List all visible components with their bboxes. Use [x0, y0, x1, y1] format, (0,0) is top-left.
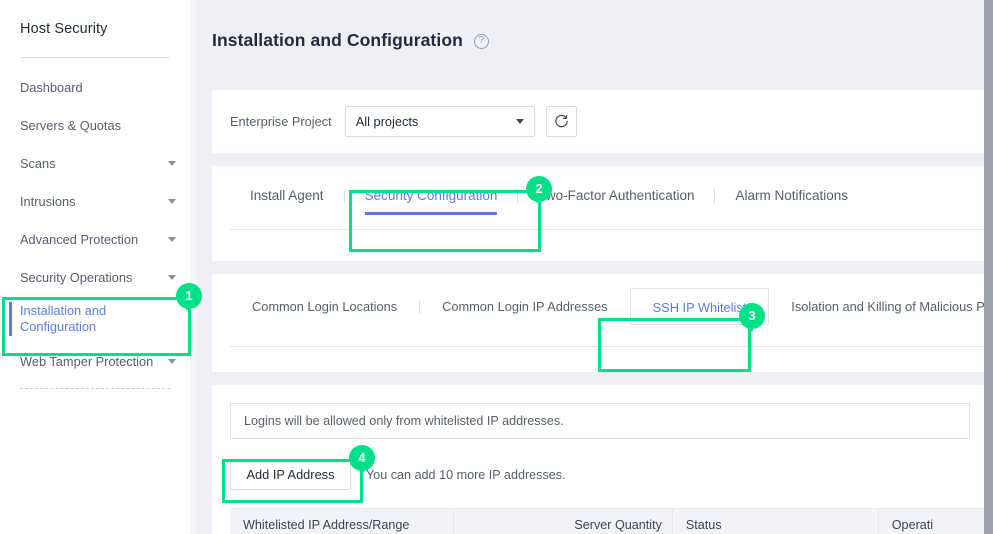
chevron-down-icon — [168, 358, 176, 364]
sidebar-title: Host Security — [20, 21, 108, 37]
column-header-server-quantity: Server Quantity — [454, 509, 673, 534]
sidebar-item-scans[interactable]: Scans — [0, 144, 190, 182]
tab-common-login-locations[interactable]: Common Login Locations — [230, 288, 419, 325]
annotation-badge-4: 4 — [349, 445, 375, 471]
enterprise-project-label: Enterprise Project — [230, 114, 332, 129]
sidebar-item-label: Intrusions — [20, 193, 76, 209]
annotation-badge-2: 2 — [526, 176, 552, 202]
ssh-whitelist-panel: Logins will be allowed only from whiteli… — [212, 385, 985, 534]
table-header-row: Whitelisted IP Address/Range Server Quan… — [230, 508, 985, 534]
enterprise-project-bar: Enterprise Project All projects — [212, 90, 985, 153]
vertical-scrollbar-thumb[interactable] — [984, 0, 993, 534]
chevron-down-icon — [515, 119, 524, 124]
secondary-tabs-card: Common Login Locations Common Login IP A… — [212, 274, 985, 372]
sidebar-item-label: Advanced Protection — [20, 231, 139, 247]
sidebar-item-intrusions[interactable]: Intrusions — [0, 182, 190, 220]
column-header-ip-range: Whitelisted IP Address/Range — [230, 509, 455, 534]
sidebar-item-label: Web Tamper Protection — [20, 353, 154, 369]
enterprise-project-select[interactable]: All projects — [344, 106, 535, 137]
chevron-down-icon — [168, 274, 176, 280]
refresh-button[interactable] — [545, 106, 577, 137]
sidebar-item-label: Servers & Quotas — [20, 117, 121, 133]
sidebar-item-label: Security Operations — [20, 269, 133, 285]
main-content: Installation and Configuration ? Enterpr… — [196, 0, 985, 534]
sidebar-gutter — [190, 0, 196, 534]
sidebar-item-label: Scans — [20, 155, 56, 171]
sidebar-item-security-operations[interactable]: Security Operations — [0, 258, 190, 296]
tab-install-agent[interactable]: Install Agent — [230, 172, 344, 220]
sidebar-dashed-divider — [20, 388, 170, 389]
column-header-operation: Operati — [891, 518, 934, 532]
app-root: Host Security Dashboard Servers & Quotas… — [0, 0, 993, 534]
sidebar-item-servers-quotas[interactable]: Servers & Quotas — [0, 106, 190, 144]
sidebar-item-web-tamper-protection[interactable]: Web Tamper Protection — [0, 342, 190, 380]
sidebar: Host Security Dashboard Servers & Quotas… — [0, 0, 190, 534]
page-title: Installation and Configuration — [212, 30, 463, 50]
whitelist-table: Whitelisted IP Address/Range Server Quan… — [230, 508, 985, 534]
question-mark-circle-icon[interactable]: ? — [473, 34, 489, 49]
sidebar-item-installation-and-configuration[interactable]: Installation and Configuration — [0, 296, 190, 342]
sidebar-item-label: Installation and Configuration — [20, 303, 107, 334]
quota-hint-text: You can add 10 more IP addresses. — [366, 467, 566, 482]
annotation-badge-3: 3 — [739, 303, 765, 329]
info-banner: Logins will be allowed only from whiteli… — [230, 403, 970, 439]
primary-tabs-underline — [230, 229, 985, 230]
primary-tab-row: Install Agent Security Configuration Two… — [212, 166, 985, 226]
action-row: Add IP Address You can add 10 more IP ad… — [230, 459, 985, 490]
sidebar-item-dashboard[interactable]: Dashboard — [0, 68, 190, 106]
chevron-down-icon — [168, 236, 176, 242]
sidebar-item-advanced-protection[interactable]: Advanced Protection — [0, 220, 190, 258]
chevron-down-icon — [168, 160, 176, 166]
sidebar-nav-list: Dashboard Servers & Quotas Scans Intrusi… — [0, 58, 190, 389]
chevron-down-icon — [168, 198, 176, 204]
info-banner-text: Logins will be allowed only from whiteli… — [244, 414, 564, 428]
annotation-badge-1: 1 — [176, 283, 202, 309]
tab-alarm-notifications[interactable]: Alarm Notifications — [715, 172, 868, 220]
sidebar-item-label: Dashboard — [20, 79, 83, 95]
secondary-tab-row: Common Login Locations Common Login IP A… — [212, 274, 985, 339]
primary-tabs-card: Install Agent Security Configuration Two… — [212, 166, 985, 261]
page-header: Installation and Configuration ? — [196, 0, 985, 90]
secondary-tabs-underline — [230, 346, 985, 347]
refresh-icon — [555, 114, 568, 128]
column-header-status: Status — [673, 509, 879, 534]
enterprise-project-value: All projects — [355, 114, 419, 129]
tab-security-configuration[interactable]: Security Configuration — [345, 172, 518, 220]
add-ip-address-button[interactable]: Add IP Address — [230, 459, 351, 490]
tab-common-login-ip-addresses[interactable]: Common Login IP Addresses — [420, 288, 630, 325]
vertical-scrollbar-track[interactable] — [984, 0, 993, 534]
tab-isolation-and-killing-of-malicious-programs[interactable]: Isolation and Killing of Malicious Progr… — [769, 288, 985, 325]
